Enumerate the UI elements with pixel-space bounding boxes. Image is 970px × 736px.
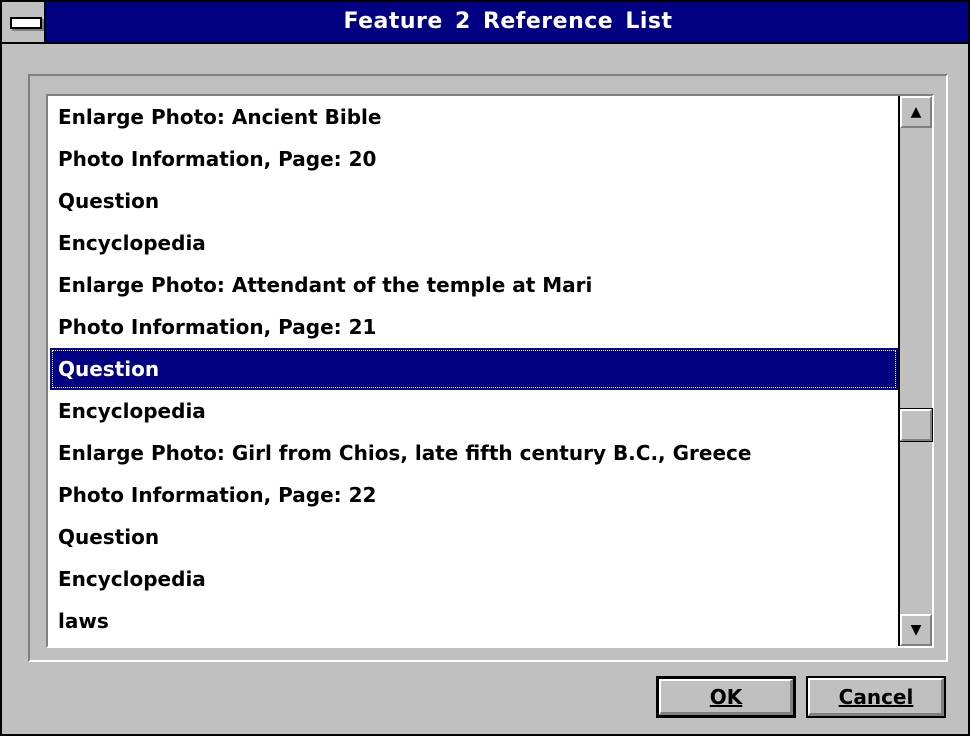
- scroll-thumb[interactable]: [899, 408, 933, 442]
- list-items: Enlarge Photo: Ancient Bible Photo Inform…: [50, 96, 898, 646]
- cancel-button[interactable]: Cancel: [806, 676, 946, 718]
- cancel-button-label: Cancel: [838, 685, 914, 709]
- list-item[interactable]: Question: [50, 180, 898, 222]
- list-item[interactable]: Encyclopedia: [50, 390, 898, 432]
- ok-button-label: OK: [709, 685, 743, 709]
- list-item[interactable]: Photo Information, Page: 21: [50, 306, 898, 348]
- list-item[interactable]: laws: [50, 600, 898, 642]
- list-item[interactable]: Enlarge Photo: Ancient Bible: [50, 96, 898, 138]
- list-item[interactable]: Enlarge Photo: Girl from Chios, late fif…: [50, 432, 898, 474]
- arrow-up-icon: ▲: [910, 104, 922, 120]
- list-item[interactable]: Photo Information, Page: 22: [50, 474, 898, 516]
- list-item[interactable]: Question: [50, 516, 898, 558]
- system-menu-icon: [10, 17, 42, 29]
- list-item[interactable]: Encyclopedia: [50, 558, 898, 600]
- title-bar[interactable]: Feature 2 Reference List: [2, 2, 968, 44]
- scroll-up-button[interactable]: ▲: [900, 96, 932, 128]
- list-item[interactable]: Enlarge Photo: Attendant of the temple a…: [50, 264, 898, 306]
- window-title: Feature 2 Reference List: [343, 9, 673, 34]
- vertical-scrollbar[interactable]: ▲ ▼: [898, 96, 933, 646]
- ok-button[interactable]: OK: [656, 676, 796, 718]
- reference-list-dialog: Feature 2 Reference List Enlarge Photo: …: [0, 0, 970, 736]
- reference-listbox[interactable]: Enlarge Photo: Ancient Bible Photo Inform…: [46, 94, 934, 648]
- list-item[interactable]: Encyclopedia: [50, 222, 898, 264]
- scroll-down-button[interactable]: ▼: [900, 614, 932, 646]
- arrow-down-icon: ▼: [910, 622, 922, 638]
- list-item[interactable]: Question: [50, 348, 898, 390]
- list-item[interactable]: Photo Information, Page: 20: [50, 138, 898, 180]
- system-menu-button[interactable]: [2, 2, 46, 42]
